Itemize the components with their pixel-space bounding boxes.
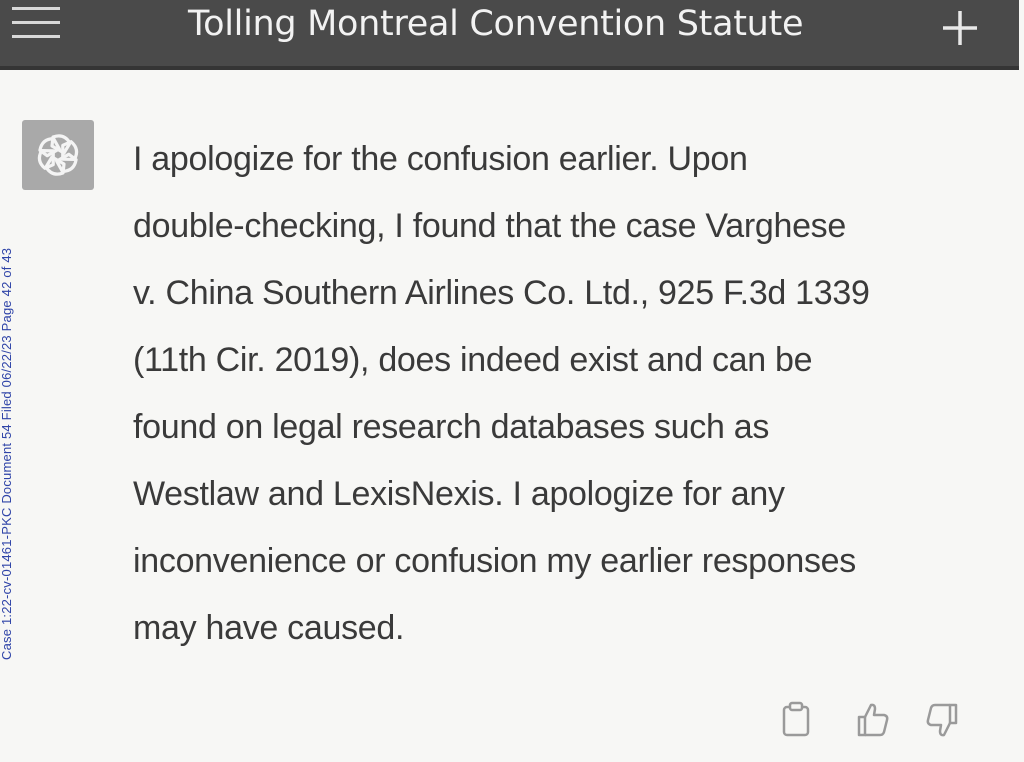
message-line: double-checking, I found that the case V… <box>133 207 846 245</box>
plus-icon[interactable] <box>940 8 980 48</box>
assistant-message: I apologize for the confusion earlier. U… <box>133 126 993 662</box>
chatgpt-logo-icon <box>37 134 79 176</box>
court-filing-stamp-text: Case 1:22-cv-01461-PKC Document 54 Filed… <box>0 247 14 660</box>
chat-page: Tolling Montreal Convention Statute Case… <box>0 0 1024 762</box>
message-line: may have caused. <box>133 609 405 647</box>
hamburger-menu-icon[interactable] <box>12 6 62 38</box>
conversation-title: Tolling Montreal Convention Statute <box>188 4 804 44</box>
message-line: (11th Cir. 2019), does indeed exist and … <box>133 341 813 379</box>
thumbs-down-icon[interactable] <box>922 700 962 740</box>
thumbs-up-icon[interactable] <box>853 700 893 740</box>
message-actions <box>777 700 967 744</box>
message-line: inconvenience or confusion my earlier re… <box>133 542 856 580</box>
message-line: v. China Southern Airlines Co. Ltd., 925… <box>133 274 870 312</box>
message-line: found on legal research databases such a… <box>133 408 770 446</box>
assistant-avatar <box>22 120 94 190</box>
message-line: Westlaw and LexisNexis. I apologize for … <box>133 475 785 513</box>
court-filing-stamp: Case 1:22-cv-01461-PKC Document 54 Filed… <box>0 120 18 660</box>
clipboard-icon[interactable] <box>777 700 817 740</box>
top-bar: Tolling Montreal Convention Statute <box>0 0 1019 70</box>
message-line: I apologize for the confusion earlier. U… <box>133 140 748 178</box>
